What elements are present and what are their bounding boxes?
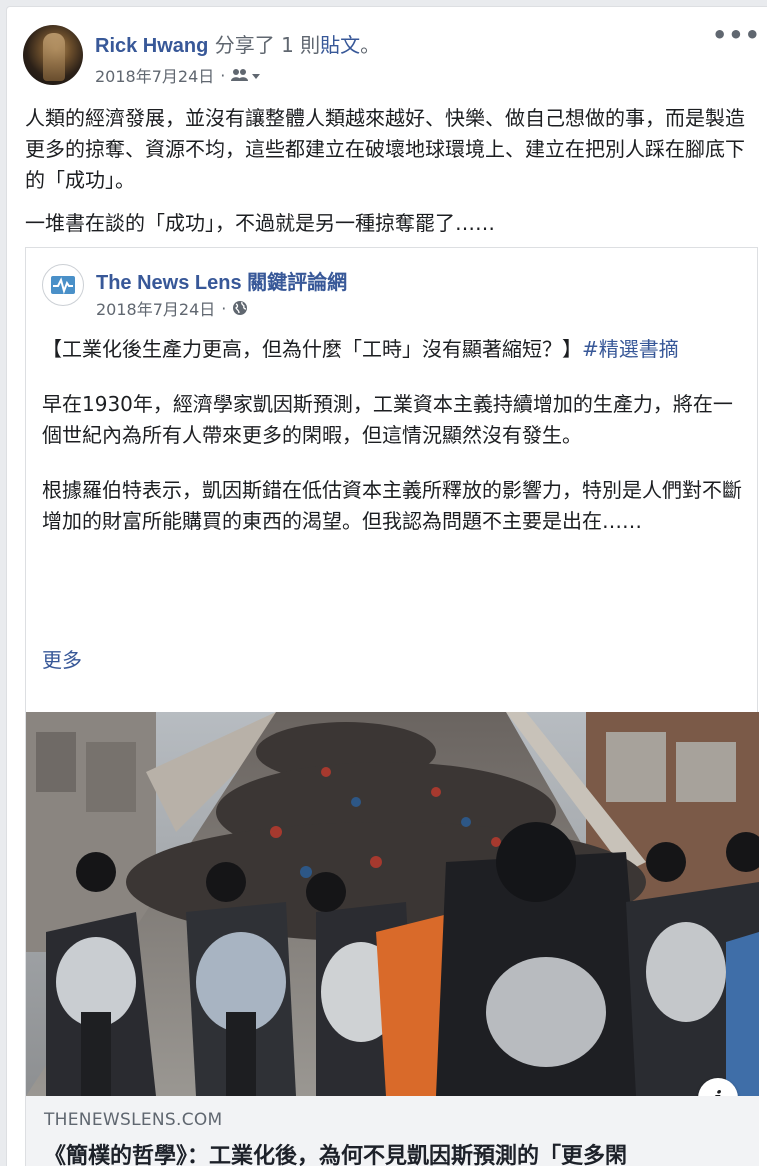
shared-post-date[interactable]: 2018年7月24日 — [96, 296, 215, 320]
page-logo[interactable] — [42, 264, 84, 306]
post-paragraph: 人類的經濟發展，並沒有讓整體人類越來越好、快樂、做自己想做的事，而是製造更多的掠… — [25, 106, 745, 192]
post-date[interactable]: 2018年7月24日 — [95, 63, 214, 87]
post-paragraph: 一堆書在談的「成功」，不過就是另一種掠奪罷了…… — [25, 211, 495, 235]
link-preview-image[interactable] — [26, 712, 759, 1096]
link-preview-footer[interactable]: THENEWSLENS.COM 《簡樸的哲學》：工業化後，為何不見凱因斯預測的「… — [26, 1096, 759, 1166]
shared-headline: 【工業化後生產力更高，但為什麼「工時」沒有顯著縮短？】 — [42, 337, 582, 361]
feed-post: Rick Hwang 分享了 1 則貼文。 2018年7月24日 · ••• 人… — [6, 6, 767, 1166]
shared-post-meta: 2018年7月24日 · — [96, 296, 248, 320]
scooter-traffic-photo — [26, 712, 759, 1096]
shared-post-card: The News Lens 關鍵評論網 2018年7月24日 · 【工業化後生產… — [25, 247, 759, 1166]
shared-post-link[interactable]: 貼文 — [320, 33, 360, 57]
globe-icon[interactable] — [232, 300, 248, 316]
meta-separator: · — [221, 298, 227, 318]
share-action-end: 。 — [360, 33, 381, 57]
post-header: Rick Hwang 分享了 1 則貼文。 — [95, 29, 380, 58]
see-more-link[interactable]: 更多 — [42, 644, 82, 673]
link-title[interactable]: 《簡樸的哲學》：工業化後，為何不見凱因斯預測的「更多閑 — [44, 1138, 627, 1166]
shared-headline-paragraph: 【工業化後生產力更高，但為什麼「工時」沒有顯著縮短？】#精選書摘 — [42, 334, 742, 365]
author-avatar[interactable] — [23, 25, 83, 85]
news-lens-logo-icon — [51, 276, 75, 295]
post-body: 人類的經濟發展，並沒有讓整體人類越來越好、快樂、做自己想做的事，而是製造更多的掠… — [25, 103, 757, 251]
shared-paragraph: 根據羅伯特表示，凱因斯錯在低估資本主義所釋放的影響力，特別是人們對不斷增加的財富… — [42, 478, 742, 533]
hashtag-link[interactable]: #精選書摘 — [582, 337, 679, 361]
shared-paragraph: 早在1930年，經濟學家凱因斯預測，工業資本主義持續增加的生產力，將在一個世紀內… — [42, 392, 733, 447]
link-domain: THENEWSLENS.COM — [44, 1110, 223, 1130]
shared-page-name-link[interactable]: The News Lens 關鍵評論網 — [96, 266, 347, 295]
meta-separator: · — [220, 65, 226, 85]
author-name-link[interactable]: Rick Hwang — [95, 35, 208, 57]
friends-icon[interactable] — [231, 68, 261, 82]
post-options-button[interactable]: ••• — [712, 21, 761, 49]
shared-post-body: 【工業化後生產力更高，但為什麼「工時」沒有顯著縮短？】#精選書摘 早在1930年… — [42, 334, 742, 561]
share-action-text: 分享了 1 則 — [208, 33, 321, 57]
post-meta: 2018年7月24日 · — [95, 63, 261, 87]
